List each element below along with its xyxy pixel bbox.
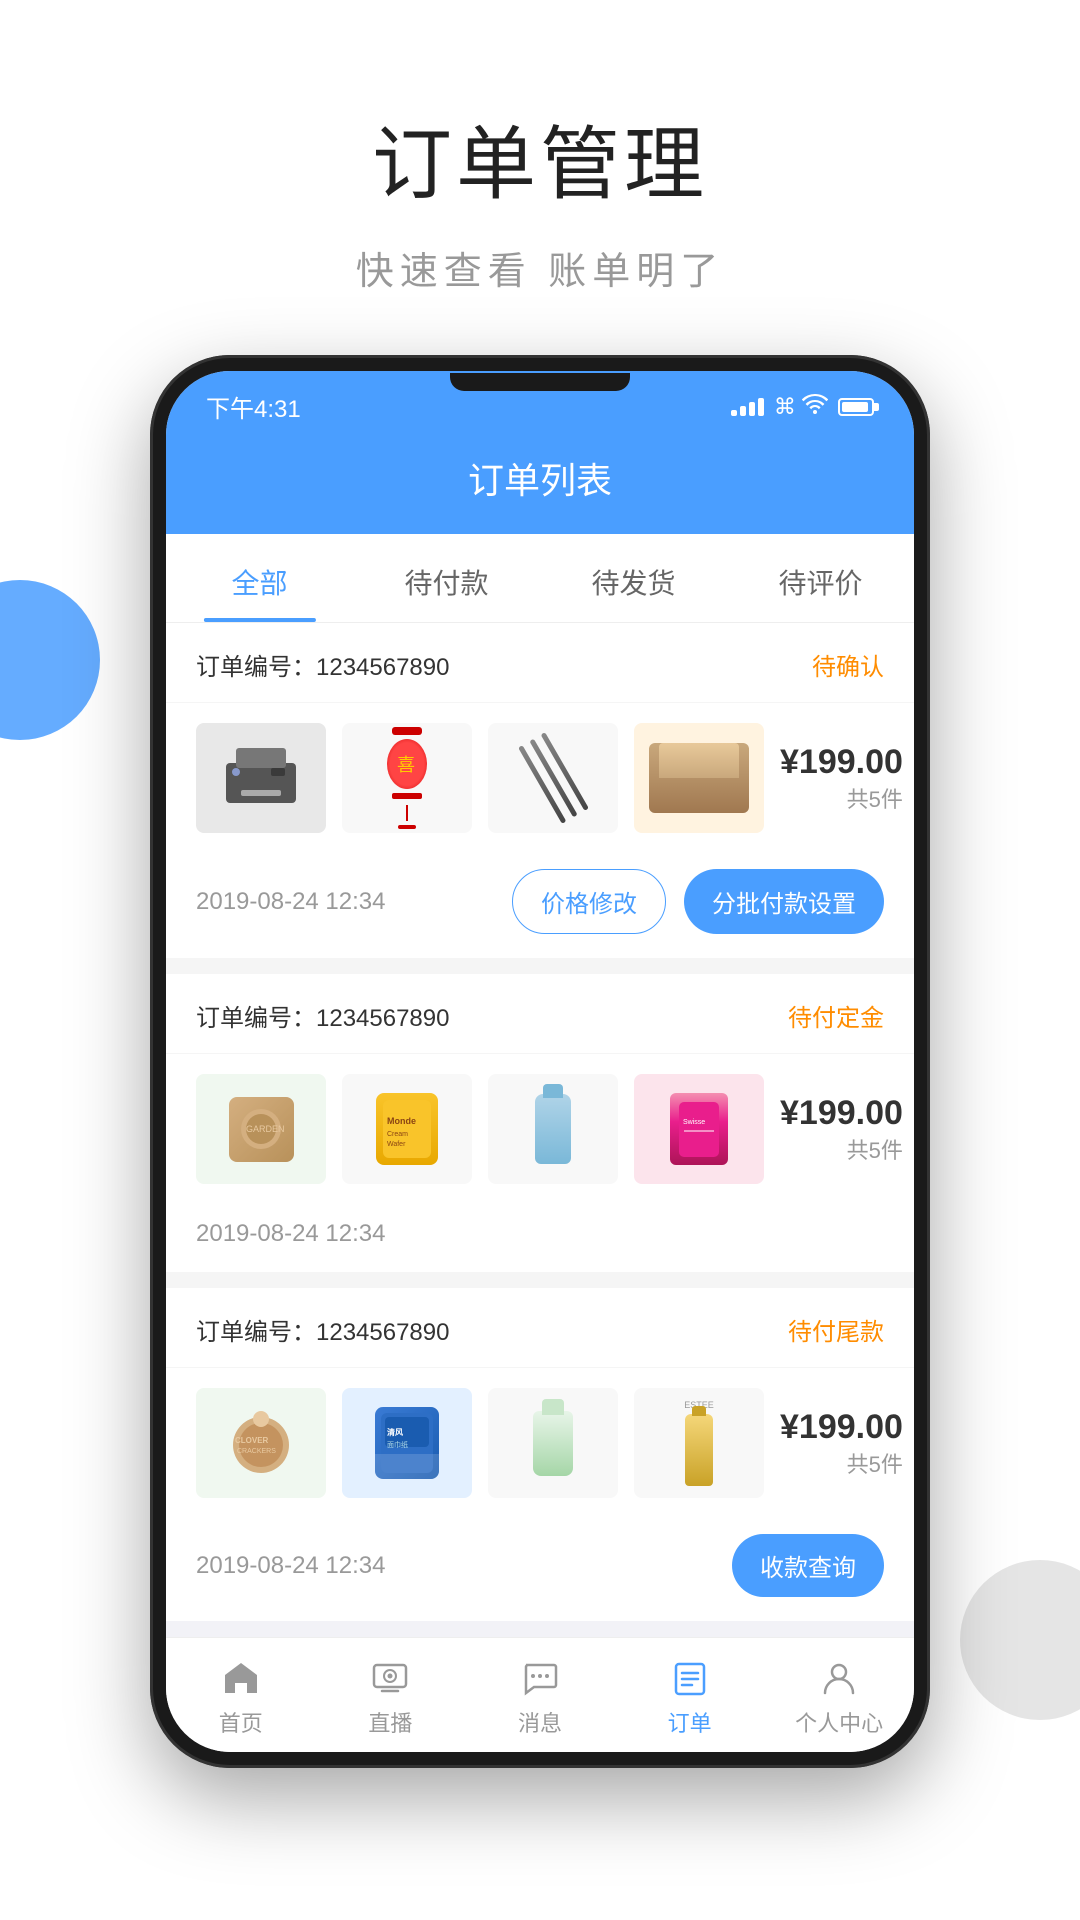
svg-text:GARDEN: GARDEN [246, 1124, 285, 1134]
order-2-products: GARDEN Monde Cream Wafer [166, 1054, 914, 1204]
battery-icon [838, 398, 874, 416]
order-3-products: CLOVER CRACKERS 清风 [166, 1368, 914, 1518]
product-image-gold: ESTEE [634, 1388, 764, 1498]
svg-text:Wafer: Wafer [387, 1141, 406, 1148]
nav-message[interactable]: 消息 [465, 1638, 615, 1752]
status-icons: ⌘ [731, 394, 874, 420]
order-3-price: ¥199.00 共5件 [780, 1408, 903, 1479]
order-3-actions: 收款查询 [732, 1534, 884, 1597]
order-1-actions: 价格修改 分批付款设置 [512, 869, 884, 934]
order-1-price: ¥199.00 共5件 [780, 743, 903, 814]
order-1-number: 订单编号：1234567890 [196, 647, 449, 682]
product-image-festive: 喜 [342, 723, 472, 833]
tabs-bar[interactable]: 全部 待付款 待发货 待评价 [166, 534, 914, 623]
order-1-date: 2019-08-24 12:34 [196, 888, 386, 916]
page-header: 订单管理 快速查看 账单明了 [356, 0, 725, 355]
product-image-lotion [488, 1388, 618, 1498]
tab-pending-review[interactable]: 待评价 [727, 534, 914, 622]
person-icon [817, 1656, 861, 1700]
collection-query-button[interactable]: 收款查询 [732, 1534, 884, 1597]
bg-circle-right [960, 1560, 1080, 1720]
product-image-pink: Swisse [634, 1074, 764, 1184]
phone-mockup: 下午4:31 ⌘ [150, 355, 930, 1768]
order-card-3: 订单编号：1234567890 待付尾款 CLOVER CRACKERS [166, 1288, 914, 1621]
svg-text:CRACKERS: CRACKERS [237, 1448, 276, 1455]
svg-text:喜: 喜 [397, 755, 415, 775]
svg-text:CLOVER: CLOVER [235, 1436, 269, 1445]
order-1-footer: 2019-08-24 12:34 价格修改 分批付款设置 [166, 853, 914, 958]
order-2-date: 2019-08-24 12:34 [196, 1220, 386, 1248]
signal-icon [731, 398, 764, 416]
order-1-header: 订单编号：1234567890 待确认 [166, 623, 914, 703]
order-2-price: ¥199.00 共5件 [780, 1094, 903, 1165]
tv-icon [368, 1656, 412, 1700]
order-2-status: 待付定金 [788, 998, 884, 1033]
phone-screen: 下午4:31 ⌘ [166, 371, 914, 1752]
nav-home[interactable]: 首页 [166, 1638, 316, 1752]
order-3-date: 2019-08-24 12:34 [196, 1552, 386, 1580]
order-3-header: 订单编号：1234567890 待付尾款 [166, 1288, 914, 1368]
wifi-icon: ⌘ [774, 394, 828, 420]
nav-order[interactable]: 订单 [615, 1638, 765, 1752]
order-1-status: 待确认 [812, 647, 884, 682]
status-time: 下午4:31 [206, 389, 301, 424]
chat-icon [518, 1656, 562, 1700]
order-list: 订单编号：1234567890 待确认 [166, 623, 914, 1621]
product-image-chopsticks [488, 723, 618, 833]
page-title: 订单管理 [356, 100, 725, 216]
bg-circle-left [0, 580, 100, 740]
product-image-cookie: GARDEN [196, 1074, 326, 1184]
product-image-sunscreen [488, 1074, 618, 1184]
product-image-blue: 清风 面巾纸 [342, 1388, 472, 1498]
svg-text:面巾纸: 面巾纸 [387, 1440, 408, 1449]
order-2-header: 订单编号：1234567890 待付定金 [166, 974, 914, 1054]
app-header: 订单列表 [166, 432, 914, 534]
list-icon [668, 1656, 712, 1700]
page-subtitle: 快速查看 账单明了 [356, 240, 725, 295]
batch-payment-button[interactable]: 分批付款设置 [684, 869, 884, 934]
order-1-products: 喜 [166, 703, 914, 853]
phone-notch [450, 373, 630, 391]
bottom-nav: 首页 直播 [166, 1637, 914, 1752]
svg-text:Monde: Monde [387, 1116, 416, 1126]
phone-frame: 下午4:31 ⌘ [150, 355, 930, 1768]
app-header-title: 订单列表 [468, 460, 612, 501]
product-image-printer [196, 723, 326, 833]
order-3-footer: 2019-08-24 12:34 收款查询 [166, 1518, 914, 1621]
tab-pending-ship[interactable]: 待发货 [540, 534, 727, 622]
nav-live[interactable]: 直播 [316, 1638, 466, 1752]
product-image-cookie2: CLOVER CRACKERS [196, 1388, 326, 1498]
svg-text:Swisse: Swisse [683, 1119, 705, 1126]
order-2-footer: 2019-08-24 12:34 [166, 1204, 914, 1272]
tab-pending-payment[interactable]: 待付款 [353, 534, 540, 622]
svg-text:Cream: Cream [387, 1131, 408, 1138]
product-image-monde: Monde Cream Wafer [342, 1074, 472, 1184]
order-card-1: 订单编号：1234567890 待确认 [166, 623, 914, 958]
order-2-number: 订单编号：1234567890 [196, 998, 449, 1033]
order-card-2: 订单编号：1234567890 待付定金 GARDEN [166, 974, 914, 1272]
tab-all[interactable]: 全部 [166, 534, 353, 622]
order-3-status: 待付尾款 [788, 1312, 884, 1347]
nav-profile[interactable]: 个人中心 [764, 1638, 914, 1752]
home-icon [219, 1656, 263, 1700]
product-image-bed [634, 723, 764, 833]
price-modify-button[interactable]: 价格修改 [512, 869, 666, 934]
order-3-number: 订单编号：1234567890 [196, 1312, 449, 1347]
svg-text:清风: 清风 [387, 1427, 403, 1437]
